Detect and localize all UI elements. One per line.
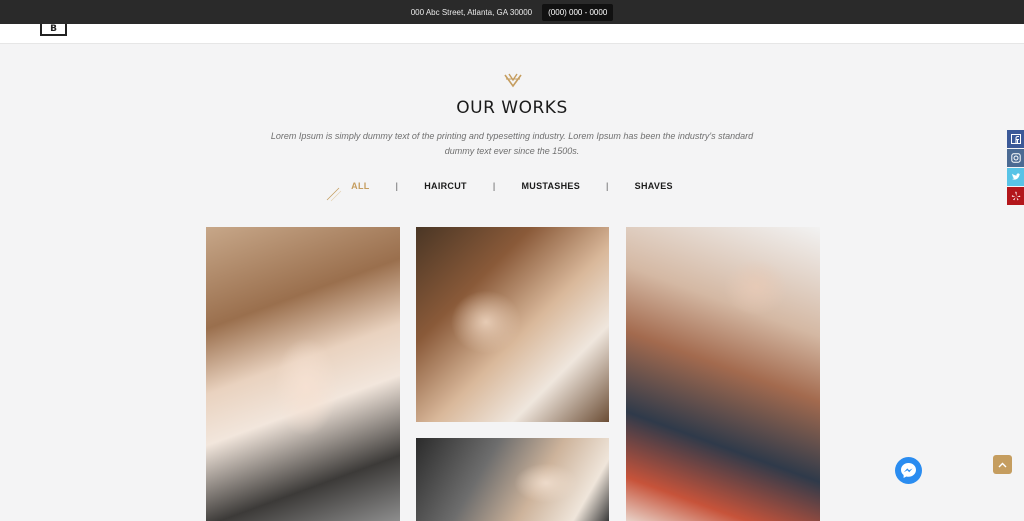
section-ornament-icon: [504, 73, 522, 88]
photo-shave: [416, 438, 609, 521]
gallery-item-woman-haircut[interactable]: [626, 227, 820, 521]
filter-tab-haircut[interactable]: HAIRCUT: [398, 181, 493, 191]
phone-badge[interactable]: (000) 000 - 0000: [542, 3, 614, 21]
yelp-icon[interactable]: [1007, 187, 1024, 205]
filter-tab-mustashes[interactable]: MUSTASHES: [495, 181, 606, 191]
section-title: OUR WORKS: [456, 98, 568, 118]
section-description: Lorem Ipsum is simply dummy text of the …: [270, 131, 754, 156]
navbar: [0, 24, 1024, 44]
twitter-icon[interactable]: [1007, 168, 1024, 186]
filter-tab-all[interactable]: ALL: [325, 181, 395, 202]
filter-label: SHAVES: [634, 181, 673, 191]
filter-label: MUSTASHES: [521, 181, 581, 191]
active-tab-deco-icon: [326, 187, 342, 202]
photo-beard-trim: [416, 227, 609, 422]
filter-label: ALL: [351, 181, 370, 191]
filter-label: HAIRCUT: [424, 181, 467, 191]
messenger-chat-button[interactable]: [895, 457, 922, 484]
gallery-item-woman-hairstyling[interactable]: [206, 227, 400, 521]
photo-woman-hairstyling: [206, 227, 400, 521]
address-text: 000 Abc Street, Atlanta, GA 30000: [410, 7, 533, 17]
instagram-icon[interactable]: [1007, 149, 1024, 167]
filter-tabs: ALL | HAIRCUT | MUSTASHES | SHAVES: [0, 181, 1024, 202]
instagram-glyph-icon: [1010, 153, 1021, 163]
gallery-item-shave[interactable]: [416, 438, 609, 521]
messenger-icon: [901, 463, 916, 478]
twitter-glyph-icon: [1011, 173, 1020, 180]
facebook-glyph-icon: [1010, 134, 1021, 144]
facebook-icon[interactable]: [1007, 130, 1024, 148]
chevron-up-icon: [998, 462, 1007, 467]
photo-woman-haircut: [626, 227, 820, 521]
top-bar: 000 Abc Street, Atlanta, GA 30000 (000) …: [0, 0, 1024, 24]
logo[interactable]: B: [40, 24, 67, 36]
scroll-to-top-button[interactable]: [993, 455, 1012, 474]
yelp-glyph-icon: [1011, 191, 1020, 201]
filter-tab-shaves[interactable]: SHAVES: [609, 181, 699, 191]
gallery-item-beard-trim[interactable]: [416, 227, 609, 422]
